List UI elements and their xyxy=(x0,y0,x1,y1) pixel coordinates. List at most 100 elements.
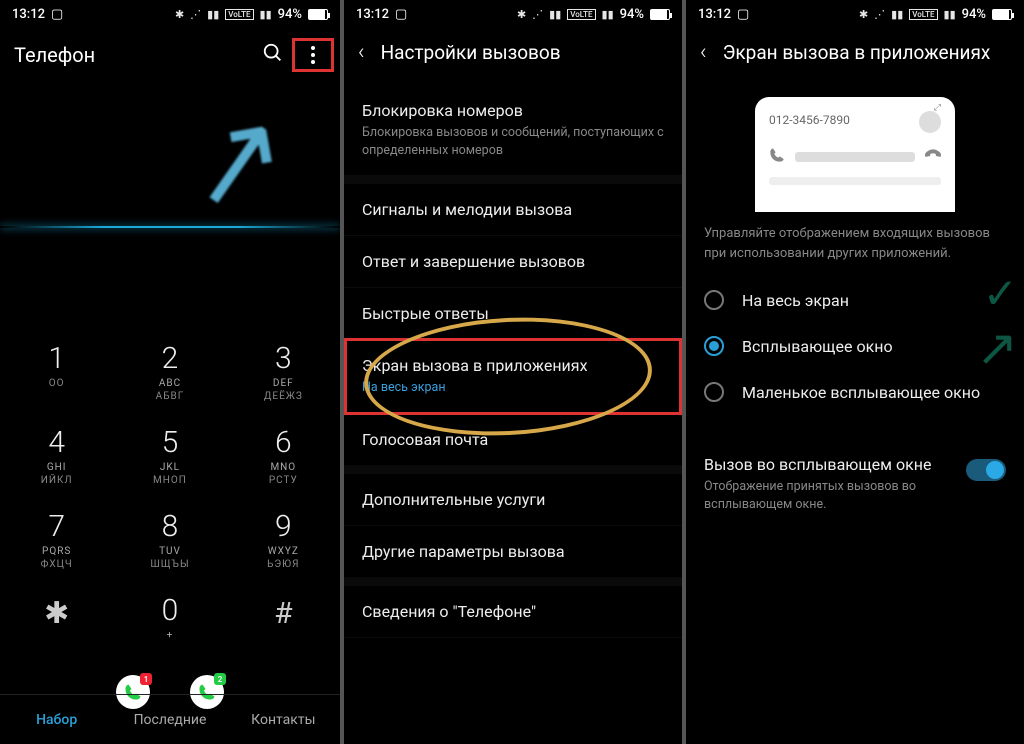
item-quick-replies[interactable]: Быстрые ответы xyxy=(344,288,682,340)
status-bar: 13:12▢ ✱ ⋰ ▮▮ VoLTE ▮▮ 94% xyxy=(686,0,1024,28)
key-0[interactable]: 0+ xyxy=(113,584,226,655)
key-2[interactable]: 2ABCАБВГ xyxy=(113,332,226,416)
toggle-keep-calls-popup[interactable]: Вызов во всплывающем окне Отображение пр… xyxy=(686,439,1024,529)
dial-pad: 1ОО 2ABCАБВГ 3DEFДЕЁЖЗ 4GHIИЙКЛ 5JKLМНОП… xyxy=(0,322,340,655)
radio-mini-popup[interactable]: Маленькое всплывающее окно xyxy=(704,369,1006,415)
item-voicemail[interactable]: Голосовая почта xyxy=(344,414,682,466)
key-9[interactable]: 9WXYZЬЭЮЯ xyxy=(227,500,340,584)
battery-pct: 94% xyxy=(620,7,644,22)
key-4[interactable]: 4GHIИЙКЛ xyxy=(0,416,113,500)
phone-icon xyxy=(769,147,785,167)
key-5[interactable]: 5JKLМНОП xyxy=(113,416,226,500)
radio-label: На весь экран xyxy=(742,291,849,310)
wifi-icon: ⋰ xyxy=(874,8,885,21)
item-title: Экран вызова в приложениях xyxy=(362,356,664,375)
toggle-switch-on[interactable] xyxy=(966,459,1006,481)
signal2-icon: ▮▮ xyxy=(602,8,614,21)
item-title: Блокировка номеров xyxy=(362,101,664,120)
search-icon[interactable] xyxy=(262,42,284,69)
item-subtitle: На весь экран xyxy=(362,379,664,397)
picture-icon: ▢ xyxy=(51,7,63,22)
bluetooth-icon: ✱ xyxy=(175,8,184,21)
section-gap xyxy=(344,466,682,474)
page-title: Настройки вызовов xyxy=(381,41,561,64)
item-title: Другие параметры вызова xyxy=(362,542,664,561)
item-title: Дополнительные услуги xyxy=(362,490,664,509)
call-preview-mockup: ⤢ 012-3456-7890 xyxy=(755,97,955,212)
wifi-icon: ⋰ xyxy=(532,8,543,21)
wave-decoration xyxy=(0,226,340,228)
key-hash[interactable]: # xyxy=(227,584,340,655)
tab-dialpad[interactable]: Набор xyxy=(0,695,113,744)
settings-header: ‹ Настройки вызовов xyxy=(344,28,682,77)
back-icon[interactable]: ‹ xyxy=(700,40,707,65)
annotation-highlight-box xyxy=(344,338,682,415)
phone-screen-call-display: 13:12▢ ✱ ⋰ ▮▮ VoLTE ▮▮ 94% ‹ Экран вызов… xyxy=(686,0,1024,744)
item-answer-end[interactable]: Ответ и завершение вызовов xyxy=(344,236,682,288)
annotation-highlight-box xyxy=(292,38,334,72)
status-bar: 13:12▢ ✱ ⋰ ▮▮ VoLTE ▮▮ 94% xyxy=(344,0,682,28)
slider-placeholder xyxy=(795,152,915,162)
key-6[interactable]: 6MNOРСТУ xyxy=(227,416,340,500)
item-call-display[interactable]: Экран вызова в приложениях На весь экран xyxy=(344,340,682,414)
battery-icon xyxy=(308,9,328,20)
volte-icon: VoLTE xyxy=(225,9,253,20)
page-title: Экран вызова в приложениях xyxy=(723,41,991,64)
radio-icon xyxy=(704,382,724,402)
section-gap xyxy=(686,429,1024,439)
section-gap xyxy=(344,578,682,586)
toggle-subtitle: Отображение принятых вызовов во всплываю… xyxy=(704,478,954,513)
item-other-call-settings[interactable]: Другие параметры вызова xyxy=(344,526,682,578)
radio-icon-selected xyxy=(704,336,724,356)
sim2-badge: 2 xyxy=(214,673,226,685)
annotation-arrow: ↗ xyxy=(177,94,297,230)
item-subtitle: Блокировка вызовов и сообщений, поступаю… xyxy=(362,124,664,159)
bluetooth-icon: ✱ xyxy=(859,8,868,21)
back-icon[interactable]: ‹ xyxy=(358,40,365,65)
description-text: Управляйте отображением входящих вызовов… xyxy=(686,224,1024,263)
phone-screen-call-settings: 13:12▢ ✱ ⋰ ▮▮ VoLTE ▮▮ 94% ‹ Настройки в… xyxy=(344,0,682,744)
toggle-title: Вызов во всплывающем окне xyxy=(704,455,954,474)
signal-icon: ▮▮ xyxy=(549,8,561,21)
annotation-check: ✓ xyxy=(983,269,1018,319)
picture-icon: ▢ xyxy=(737,7,749,22)
signal2-icon: ▮▮ xyxy=(944,8,956,21)
app-title: Телефон xyxy=(14,43,95,67)
item-block-numbers[interactable]: Блокировка номеров Блокировка вызовов и … xyxy=(344,85,682,176)
app-header: Телефон xyxy=(0,28,340,82)
key-3[interactable]: 3DEFДЕЁЖЗ xyxy=(227,332,340,416)
key-7[interactable]: 7PQRSФХЦЧ xyxy=(0,500,113,584)
item-title: Ответ и завершение вызовов xyxy=(362,252,664,271)
item-about-phone[interactable]: Сведения о "Телефоне" xyxy=(344,586,682,638)
bluetooth-icon: ✱ xyxy=(517,8,526,21)
status-bar: 13:12 ▢ ✱ ⋰ ▮▮ VoLTE ▮▮ 94% xyxy=(0,0,340,28)
battery-pct: 94% xyxy=(962,7,986,22)
bottom-tabs: Набор Последние Контакты xyxy=(0,694,340,744)
radio-label: Маленькое всплывающее окно xyxy=(742,383,980,402)
settings-header: ‹ Экран вызова в приложениях xyxy=(686,28,1024,77)
overflow-menu-icon[interactable] xyxy=(311,46,315,64)
item-title: Сведения о "Телефоне" xyxy=(362,602,664,621)
annotation-check: ↗ xyxy=(976,319,1018,378)
key-8[interactable]: 8TUVШЩЪЫ xyxy=(113,500,226,584)
item-extra-services[interactable]: Дополнительные услуги xyxy=(344,474,682,526)
item-ringtones[interactable]: Сигналы и мелодии вызова xyxy=(344,184,682,236)
status-time: 13:12 xyxy=(12,7,45,22)
radio-popup[interactable]: Всплывающее окно ↗ xyxy=(704,323,1006,369)
dialer-visual-area: ↗ xyxy=(0,82,340,322)
status-time: 13:12 xyxy=(356,7,389,22)
tab-contacts[interactable]: Контакты xyxy=(227,695,340,744)
radio-icon xyxy=(704,290,724,310)
picture-icon: ▢ xyxy=(395,7,407,22)
battery-pct: 94% xyxy=(278,7,302,22)
radio-fullscreen[interactable]: На весь экран ✓ xyxy=(704,277,1006,323)
row-placeholder xyxy=(769,177,941,185)
key-star[interactable]: ✱ xyxy=(0,584,113,655)
wifi-icon: ⋰ xyxy=(190,8,201,21)
sim1-badge: 1 xyxy=(140,673,152,685)
radio-group: На весь экран ✓ Всплывающее окно ↗ Мален… xyxy=(686,263,1024,429)
signal-icon: ▮▮ xyxy=(207,8,219,21)
battery-icon xyxy=(992,9,1012,20)
tab-recent[interactable]: Последние xyxy=(113,695,226,744)
key-1[interactable]: 1ОО xyxy=(0,332,113,416)
